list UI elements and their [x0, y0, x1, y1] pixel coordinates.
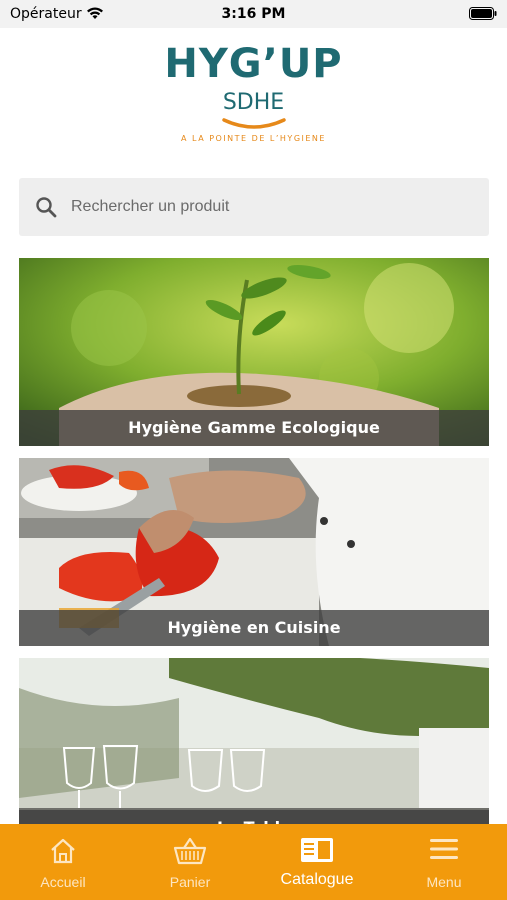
logo-wordmark: HYG’UP — [164, 41, 343, 87]
category-label: Hygiène Gamme Ecologique — [128, 418, 380, 437]
home-icon — [51, 838, 75, 864]
tab-panier[interactable]: Panier — [127, 824, 253, 900]
status-bar: Opérateur 3:16 PM — [0, 0, 507, 28]
tab-accueil[interactable]: Accueil — [0, 824, 126, 900]
clock: 3:16 PM — [221, 6, 286, 22]
category-card-la-table[interactable]: La Table — [19, 658, 489, 846]
search-icon — [36, 197, 57, 218]
basket-icon — [173, 837, 207, 865]
tab-label: Accueil — [40, 874, 86, 890]
brand-logo: HYG’UP SDHE A LA POINTE DE L’HYGIENE — [0, 40, 507, 143]
tab-label: Panier — [169, 874, 211, 890]
battery-icon — [469, 7, 497, 20]
tab-bar: Accueil Panier Catalogue Menu — [0, 824, 507, 900]
logo-subtitle: SDHE — [222, 90, 285, 115]
category-card-cuisine[interactable]: Hygiène en Cuisine — [19, 458, 489, 646]
tab-catalogue[interactable]: Catalogue — [254, 824, 380, 900]
logo-tagline: A LA POINTE DE L’HYGIENE — [181, 134, 326, 143]
menu-icon — [430, 839, 458, 859]
tab-label: Menu — [426, 874, 462, 890]
category-label: Hygiène en Cuisine — [167, 618, 341, 637]
search-input[interactable] — [71, 178, 471, 236]
tab-label: Catalogue — [280, 871, 354, 888]
catalog-icon — [301, 838, 333, 862]
category-card-gamme-ecologique[interactable]: Hygiène Gamme Ecologique — [19, 258, 489, 446]
tab-menu[interactable]: Menu — [381, 824, 507, 900]
search-bar[interactable] — [19, 178, 489, 236]
logo-smile-icon — [221, 118, 286, 129]
